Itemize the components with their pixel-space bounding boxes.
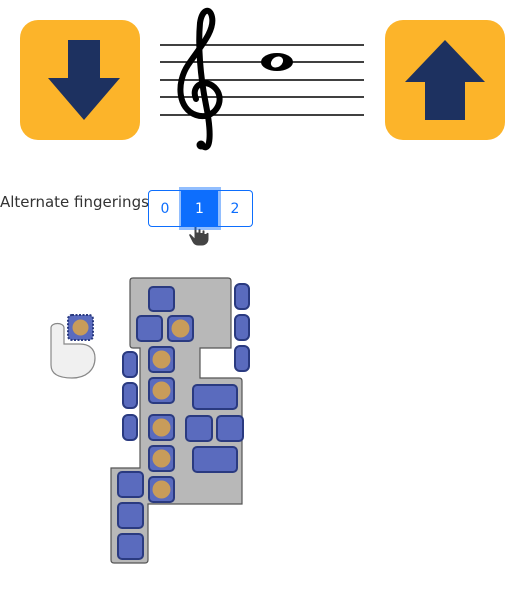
side-key-1[interactable] (122, 351, 138, 378)
thumb-key[interactable] (67, 314, 94, 341)
palm-key-2[interactable] (234, 314, 250, 341)
whole-note-icon (261, 53, 293, 71)
key-front-f[interactable] (136, 315, 163, 342)
fingering-option-2[interactable]: 2 (218, 190, 253, 227)
arrow-down-icon (20, 20, 140, 140)
octave-up-button[interactable] (385, 20, 505, 140)
pinky-key-2[interactable] (117, 502, 144, 529)
key-5[interactable] (148, 476, 175, 503)
fingering-button-group: 0 1 2 (148, 190, 253, 227)
octave-down-button[interactable] (20, 20, 140, 140)
side-key-small-2[interactable] (216, 415, 244, 442)
key-octave[interactable] (148, 286, 175, 312)
pinky-key-1[interactable] (117, 471, 144, 498)
palm-key-3[interactable] (234, 345, 250, 372)
fingering-label: Alternate fingerings: (0, 193, 154, 211)
pinky-key-3[interactable] (117, 533, 144, 560)
side-key-2[interactable] (122, 382, 138, 409)
palm-key-1[interactable] (234, 283, 250, 310)
key-bis[interactable] (167, 315, 194, 342)
side-key-large-1[interactable] (192, 384, 238, 410)
key-4[interactable] (148, 445, 175, 472)
side-key-small-1[interactable] (185, 415, 213, 442)
side-key-3[interactable] (122, 414, 138, 441)
key-2[interactable] (148, 377, 175, 404)
fingering-option-1[interactable]: 1 (182, 190, 218, 227)
arrow-up-icon (385, 20, 505, 140)
music-staff (160, 5, 366, 159)
key-3[interactable] (148, 414, 175, 441)
fingering-option-0[interactable]: 0 (148, 190, 182, 227)
key-1[interactable] (148, 346, 175, 373)
side-key-large-2[interactable] (192, 446, 238, 473)
fingering-chart (0, 260, 260, 574)
